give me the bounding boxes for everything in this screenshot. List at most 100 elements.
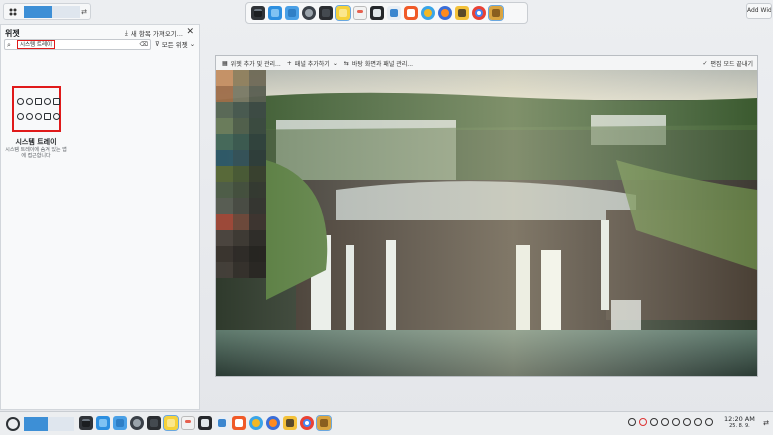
clock-icon [26,98,33,105]
network-icon[interactable] [694,418,702,426]
archive-icon[interactable] [316,415,332,431]
console-icon[interactable] [147,416,161,430]
widget-explorer: 위젯 ⤓ 새 항목 가져오기... ✕ ⌕ 시스템 트레이 ⌫ ⊽ 모든 위젯 … [0,24,200,410]
chevron-down-icon: ⌄ [189,40,196,48]
volume-icon[interactable] [683,418,691,426]
pixelated-region [216,70,266,376]
system-tray [628,418,713,426]
clipboard-icon [35,98,42,105]
volume-icon [17,113,24,120]
close-icon[interactable]: ✕ [186,27,194,37]
clock-time: 12:20 AM [724,415,755,423]
color-picker-icon[interactable] [639,418,647,426]
plus-icon: + [286,59,292,67]
system-tray-preview [17,98,60,120]
top-left-panel: ⇄ [3,3,91,20]
text-editor-icon[interactable] [215,416,229,430]
terminal-icon[interactable] [79,416,93,430]
brave-browser-icon[interactable] [404,6,418,20]
notes-icon[interactable] [163,415,179,431]
configure-screens-button[interactable]: ⇆ 바탕 화면과 패널 관리... [344,59,413,68]
battery-icon [53,98,60,105]
gear-icon[interactable] [6,417,20,431]
widget-name: 시스템 트레이 [15,138,57,146]
panel-handle-icon[interactable]: ⇄ [763,419,769,427]
pencil-app-icon[interactable] [455,6,469,20]
pager-desktop[interactable] [48,417,74,431]
photo-viewer-icon[interactable] [370,6,384,20]
circle-app-icon[interactable] [249,416,263,430]
filter-icon: ⊽ [155,40,160,48]
get-new-widgets-button[interactable]: ⤓ 새 항목 가져오기... [124,28,183,39]
text-editor-icon[interactable] [387,6,401,20]
add-widgets-button[interactable]: Add Widgets [746,3,772,19]
brightness-icon[interactable] [672,418,680,426]
terminal-icon[interactable] [251,6,265,20]
circle-app-icon[interactable] [421,6,435,20]
desktop-preview: ▦ 위젯 추가 및 관리... + 패널 추가하기 ⌄ ⇆ 바탕 화면과 패널 … [215,55,758,377]
console-icon[interactable] [319,6,333,20]
archive-icon[interactable] [488,5,504,21]
store-icon[interactable] [268,6,282,20]
add-widgets-toolbar-label: 위젯 추가 및 관리... [230,60,281,68]
notes-tray-icon [44,113,51,120]
security-icon[interactable] [628,418,636,426]
system-tray-widget-card[interactable] [12,86,61,132]
clear-search-icon[interactable]: ⌫ [140,41,148,48]
panel-handle-icon[interactable]: ⇄ [81,8,87,16]
bluetooth-icon [26,113,33,120]
download-icon: ⤓ [124,28,128,37]
files-icon[interactable] [113,416,127,430]
clipboard-icon[interactable] [650,418,658,426]
app-launcher-icon[interactable] [8,7,18,17]
firefox-icon[interactable] [438,6,452,20]
settings-icon[interactable] [130,416,144,430]
screens-icon: ⇆ [343,59,349,67]
pager-desktop-active[interactable] [24,417,48,431]
exit-edit-mode-label: 편집 모드 끝내기 [710,61,753,68]
settings-icon[interactable] [302,6,316,20]
calendar-icon[interactable] [353,6,367,20]
top-dock-panel [245,2,528,24]
digital-clock[interactable]: 12:20 AM 25. 8. 9. [724,416,755,430]
display-icon[interactable] [661,418,669,426]
keyboard-icon [35,113,42,120]
wallpaper-image [216,70,757,376]
checkmark-icon: ✓ [702,60,708,67]
display-icon [44,98,51,105]
widget-explorer-title: 위젯 [5,29,20,38]
grid-icon: ▦ [222,59,228,67]
search-input-value[interactable]: 시스템 트레이 [17,40,56,49]
get-new-widgets-label: 새 항목 가져오기... [130,30,183,38]
filter-label: 모든 위젯 [161,41,188,49]
task-manager [79,415,332,431]
pencil-app-icon[interactable] [283,416,297,430]
add-panel-label: 패널 추가하기 [294,60,330,68]
expand-tray-icon[interactable] [705,418,713,426]
add-widgets-toolbar-button[interactable]: ▦ 위젯 추가 및 관리... [222,59,281,68]
network-icon [17,98,24,105]
security-icon [53,113,60,120]
bottom-panel: 12:20 AM 25. 8. 9. ⇄ [0,411,773,435]
pager-desktop-active[interactable] [24,6,52,18]
brave-browser-icon[interactable] [232,416,246,430]
notes-icon[interactable] [335,5,351,21]
search-icon: ⌕ [7,41,11,49]
edit-mode-toolbar: ▦ 위젯 추가 및 관리... + 패널 추가하기 ⌄ ⇆ 바탕 화면과 패널 … [216,56,757,71]
widget-description: 시스템 트레이에 숨겨 있는 앱에 접근합니다 [5,147,67,159]
pager-desktop[interactable] [52,6,80,18]
add-panel-button[interactable]: + 패널 추가하기 ⌄ [287,59,338,68]
search-input[interactable]: ⌕ 시스템 트레이 ⌫ [4,39,151,50]
photo-viewer-icon[interactable] [198,416,212,430]
configure-screens-label: 바탕 화면과 패널 관리... [351,60,414,68]
calendar-icon[interactable] [181,416,195,430]
chrome-icon[interactable] [300,416,314,430]
files-icon[interactable] [285,6,299,20]
store-icon[interactable] [96,416,110,430]
firefox-icon[interactable] [266,416,280,430]
chrome-icon[interactable] [472,6,486,20]
exit-edit-mode-button[interactable]: ✓ 편집 모드 끝내기 [703,59,754,68]
widget-filter-dropdown[interactable]: ⊽ 모든 위젯 ⌄ [155,39,195,49]
chevron-down-icon: ⌄ [332,59,338,67]
clock-date: 25. 8. 9. [729,423,750,429]
